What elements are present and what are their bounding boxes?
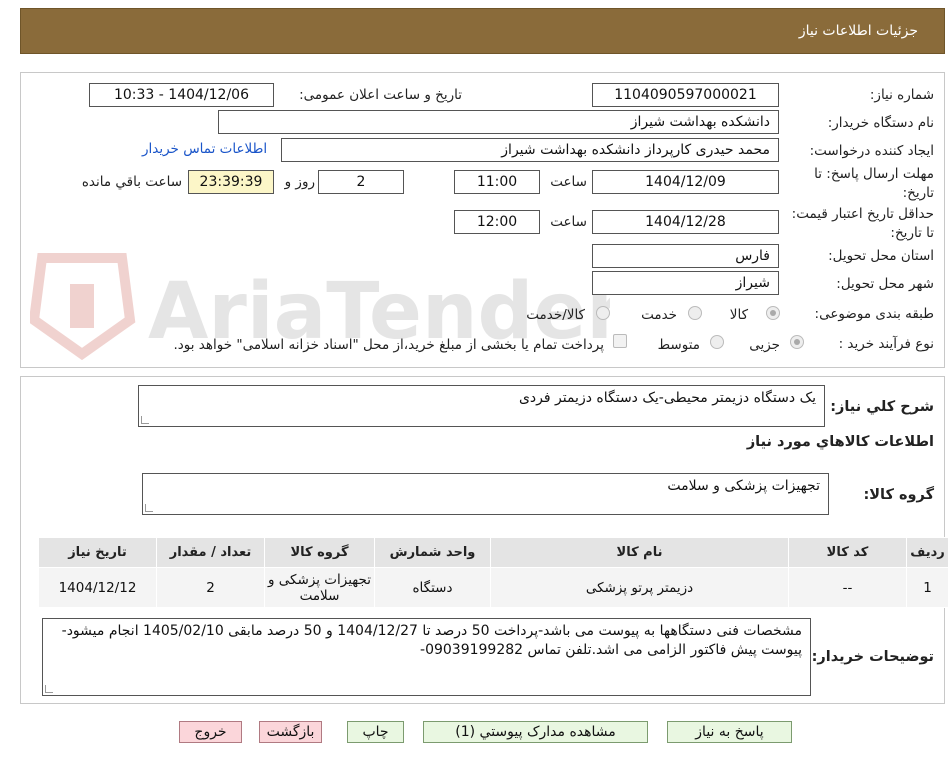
buyer-contact-link[interactable]: اطلاعات تماس خریدار xyxy=(142,141,267,157)
category-service-radio[interactable] xyxy=(688,306,702,320)
cell-quantity: 2 xyxy=(156,567,265,608)
cell-goods-group: تجهیزات پزشکی و سلامت xyxy=(264,567,375,608)
summary-text: یک دستگاه دزیمتر محیطی-یک دستگاه دزیمتر … xyxy=(518,390,816,406)
col-header-quantity: تعداد / مقدار xyxy=(156,537,265,568)
col-header-goods-code: کد کالا xyxy=(788,537,907,568)
validity-time-field: 12:00 xyxy=(454,210,540,234)
process-minor-label: جزیی xyxy=(749,337,780,353)
category-goods-radio[interactable] xyxy=(766,306,780,320)
col-header-goods-name: نام کالا xyxy=(490,537,789,568)
remaining-label: ساعت باقي مانده xyxy=(81,174,182,190)
category-label: طبقه بندی موضوعی: xyxy=(814,306,934,322)
summary-textarea[interactable]: یک دستگاه دزیمتر محیطی-یک دستگاه دزیمتر … xyxy=(138,385,825,427)
reply-button[interactable]: پاسخ به نیاز xyxy=(667,721,792,743)
buyer-org-field: دانشکده بهداشت شیراز xyxy=(218,110,779,134)
province-label: استان محل تحویل: xyxy=(828,248,934,264)
announce-datetime-field: 1404/12/06 - 10:33 xyxy=(89,83,274,107)
col-header-row-number: ردیف xyxy=(906,537,949,568)
need-number-label: شماره نیاز: xyxy=(869,87,934,103)
process-type-label: نوع فرآیند خرید : xyxy=(838,336,934,352)
view-attachments-button[interactable]: مشاهده مدارک پیوستي (1) xyxy=(423,721,648,743)
cell-goods-code: -- xyxy=(788,567,907,608)
category-goods-service-label: کالا/خدمت xyxy=(526,307,585,323)
validity-date-field: 1404/12/28 xyxy=(592,210,779,234)
reply-deadline-label: مهلت ارسال پاسخ: تا تاریخ: xyxy=(814,166,934,201)
page-header: جزئیات اطلاعات نیاز xyxy=(20,8,945,54)
back-button[interactable]: بازگشت xyxy=(259,721,322,743)
cell-row-number: 1 xyxy=(906,567,949,608)
city-label: شهر محل تحویل: xyxy=(836,276,934,292)
treasury-checkbox[interactable] xyxy=(613,334,627,348)
city-field: شیراز xyxy=(592,271,779,295)
remaining-time-field: 23:39:39 xyxy=(188,170,274,194)
category-service-label: خدمت xyxy=(641,307,677,323)
col-header-need-date: تاریخ نیاز xyxy=(38,537,157,568)
reply-hour-label: ساعت xyxy=(550,174,587,190)
buyer-notes-text: مشخصات فنی دستگاهها به پیوست می باشد-پرد… xyxy=(61,623,802,658)
cell-need-date: 1404/12/12 xyxy=(38,567,157,608)
print-button[interactable]: چاپ xyxy=(347,721,404,743)
validity-hour-label: ساعت xyxy=(550,214,587,230)
goods-group-textarea[interactable]: تجهیزات پزشکی و سلامت xyxy=(142,473,829,515)
goods-group-text: تجهیزات پزشکی و سلامت xyxy=(667,478,820,494)
page-title: جزئیات اطلاعات نیاز xyxy=(798,23,918,39)
province-field: فارس xyxy=(592,244,779,268)
treasury-note: پرداخت تمام یا بخشی از مبلغ خرید،از محل … xyxy=(173,337,604,353)
table-row: 1 -- دزیمتر پرتو پزشکی دستگاه تجهیزات پز… xyxy=(38,567,949,608)
reply-date-field: 1404/12/09 xyxy=(592,170,779,194)
goods-table: ردیف کد کالا نام کالا واحد شمارش گروه کا… xyxy=(38,537,949,608)
requester-label: ایجاد کننده درخواست: xyxy=(809,143,934,159)
reply-time-field: 11:00 xyxy=(454,170,540,194)
requester-field: محمد حیدری کارپرداز دانشکده بهداشت شیراز xyxy=(281,138,779,162)
price-validity-label: حداقل تاریخ اعتبار قیمت: تا تاریخ: xyxy=(791,206,934,241)
reply-days-field: 2 xyxy=(318,170,404,194)
buyer-org-label: نام دستگاه خریدار: xyxy=(827,115,934,131)
process-minor-radio[interactable] xyxy=(790,335,804,349)
summary-label: شرح کلي نياز: xyxy=(830,399,934,415)
table-header-row: ردیف کد کالا نام کالا واحد شمارش گروه کا… xyxy=(38,537,949,568)
process-medium-radio[interactable] xyxy=(710,335,724,349)
cell-goods-name: دزیمتر پرتو پزشکی xyxy=(490,567,789,608)
announce-datetime-label: تاریخ و ساعت اعلان عمومی: xyxy=(299,87,462,103)
category-goods-label: کالا xyxy=(729,307,748,323)
day-and-label: روز و xyxy=(284,174,315,190)
buyer-notes-label: توضیحات خریدار: xyxy=(811,649,934,665)
col-header-goods-group: گروه کالا xyxy=(264,537,375,568)
resize-grip-icon[interactable] xyxy=(45,685,53,693)
cell-unit: دستگاه xyxy=(374,567,491,608)
goods-info-title: اطلاعات کالاهاي مورد نياز xyxy=(746,434,934,450)
resize-grip-icon[interactable] xyxy=(145,504,153,512)
process-medium-label: متوسط xyxy=(657,337,700,353)
goods-group-label: گروه کالا: xyxy=(863,487,934,503)
col-header-unit: واحد شمارش xyxy=(374,537,491,568)
buyer-notes-textarea[interactable]: مشخصات فنی دستگاهها به پیوست می باشد-پرد… xyxy=(42,618,811,696)
need-number-field: 1104090597000021 xyxy=(592,83,779,107)
resize-grip-icon[interactable] xyxy=(141,416,149,424)
category-goods-service-radio[interactable] xyxy=(596,306,610,320)
exit-button[interactable]: خروج xyxy=(179,721,242,743)
